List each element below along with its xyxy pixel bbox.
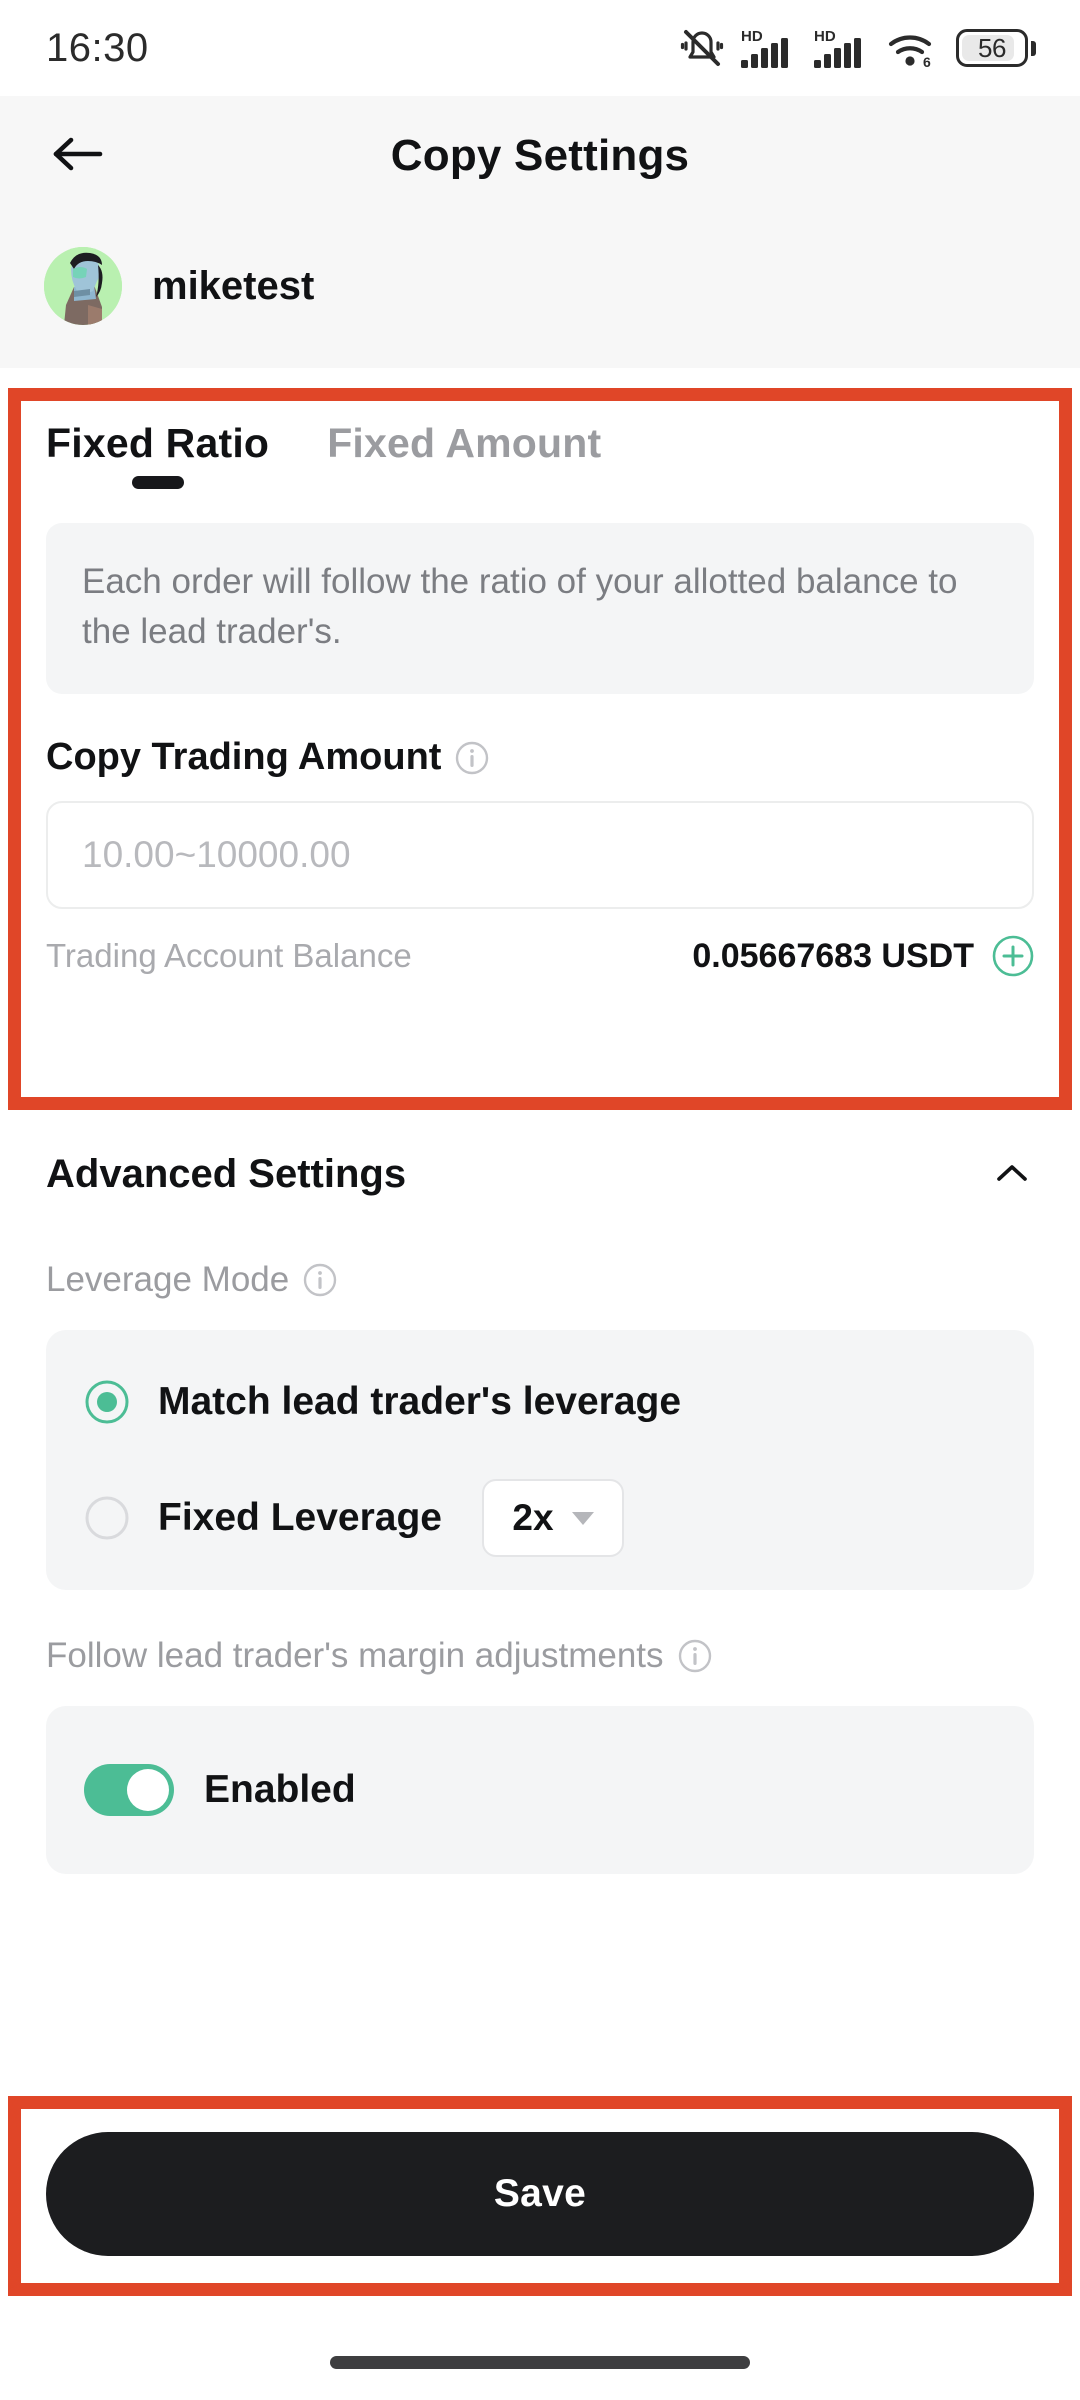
leverage-option-match-label: Match lead trader's leverage (158, 1380, 682, 1423)
copy-mode-panel: Fixed Ratio Fixed Amount Each order will… (0, 368, 1080, 1110)
advanced-settings-section: Advanced Settings Leverage Mode Match le… (0, 1110, 1080, 1874)
margin-adjustments-label-row: Follow lead trader's margin adjustments (46, 1636, 1034, 1676)
margin-adjustments-toggle-label: Enabled (204, 1768, 356, 1811)
svg-text:HD: HD (741, 28, 763, 45)
margin-adjustments-label: Follow lead trader's margin adjustments (46, 1636, 664, 1675)
tab-fixed-ratio[interactable]: Fixed Ratio (46, 420, 269, 489)
info-icon[interactable] (678, 1639, 712, 1673)
svg-text:6: 6 (923, 54, 931, 69)
margin-adjustments-toggle[interactable] (84, 1764, 174, 1816)
radio-unselected-icon[interactable] (84, 1495, 130, 1541)
status-bar-clock: 16:30 (46, 25, 149, 70)
save-button-container: Save (0, 2132, 1080, 2256)
info-icon[interactable] (303, 1263, 337, 1297)
svg-text:HD: HD (814, 28, 836, 45)
status-bar: 16:30 HD HD 6 56 (0, 0, 1080, 96)
page-title: Copy Settings (390, 131, 690, 180)
status-bar-icons: HD HD 6 56 (680, 27, 1036, 69)
silent-mode-icon (680, 28, 724, 68)
tab-fixed-amount[interactable]: Fixed Amount (327, 420, 601, 489)
leverage-value-dropdown[interactable]: 2x (481, 1479, 624, 1557)
lead-trader-row[interactable]: miketest (0, 216, 1080, 356)
trading-account-balance-row: Trading Account Balance 0.05667683 USDT (46, 935, 1034, 977)
battery-icon: 56 (956, 29, 1036, 67)
copy-trading-amount-input[interactable]: 10.00~10000.00 (46, 801, 1034, 910)
copy-trading-amount-placeholder: 10.00~10000.00 (82, 834, 351, 876)
copy-trading-amount-label-row: Copy Trading Amount (46, 736, 1034, 779)
tab-fixed-amount-label: Fixed Amount (327, 420, 602, 466)
margin-adjustments-toggle-row[interactable]: Enabled (46, 1720, 1034, 1860)
trading-account-balance-right: 0.05667683 USDT (692, 935, 1034, 977)
leverage-mode-label-row: Leverage Mode (46, 1260, 1034, 1300)
trading-account-balance-label: Trading Account Balance (46, 937, 412, 975)
toggle-knob (127, 1769, 169, 1811)
mode-description-box: Each order will follow the ratio of your… (46, 523, 1034, 695)
navigation-bar: Copy Settings (0, 96, 1080, 216)
margin-adjustments-box: Enabled (46, 1706, 1034, 1874)
leverage-option-fixed-label: Fixed Leverage (158, 1496, 442, 1539)
save-button[interactable]: Save (46, 2132, 1034, 2256)
save-button-label: Save (493, 2172, 587, 2215)
back-button[interactable] (40, 119, 114, 193)
leverage-option-match[interactable]: Match lead trader's leverage (46, 1344, 1034, 1460)
leverage-option-fixed[interactable]: Fixed Leverage 2x (46, 1460, 1034, 1576)
trading-account-balance-value: 0.05667683 USDT (692, 936, 974, 975)
back-arrow-icon (50, 133, 104, 180)
tab-fixed-ratio-label: Fixed Ratio (46, 420, 270, 466)
chevron-up-icon[interactable] (990, 1152, 1034, 1196)
chevron-down-icon (571, 1511, 594, 1525)
info-icon[interactable] (455, 741, 489, 775)
leverage-mode-options: Match lead trader's leverage Fixed Lever… (46, 1330, 1034, 1590)
leverage-value: 2x (512, 1497, 554, 1538)
system-navigation-bar (0, 2324, 1080, 2400)
copy-mode-tabs: Fixed Ratio Fixed Amount (0, 368, 1080, 489)
tab-active-indicator (131, 476, 184, 489)
battery-level: 56 (978, 32, 1006, 63)
advanced-settings-title: Advanced Settings (46, 1151, 407, 1196)
mode-description-text: Each order will follow the ratio of your… (82, 562, 958, 651)
advanced-settings-header[interactable]: Advanced Settings (46, 1110, 1034, 1238)
copy-trading-amount-label: Copy Trading Amount (46, 736, 442, 779)
radio-selected-icon[interactable] (84, 1379, 130, 1425)
app-header: Copy Settings miketest (0, 96, 1080, 368)
hd-signal-icon-2: HD (814, 27, 870, 69)
lead-trader-name: miketest (152, 263, 315, 308)
wifi-6-icon: 6 (887, 27, 939, 69)
plus-circle-icon[interactable] (992, 935, 1034, 977)
user-avatar (44, 247, 122, 325)
home-indicator[interactable] (330, 2355, 750, 2369)
hd-signal-icon: HD (741, 27, 797, 69)
leverage-mode-label: Leverage Mode (46, 1260, 290, 1299)
